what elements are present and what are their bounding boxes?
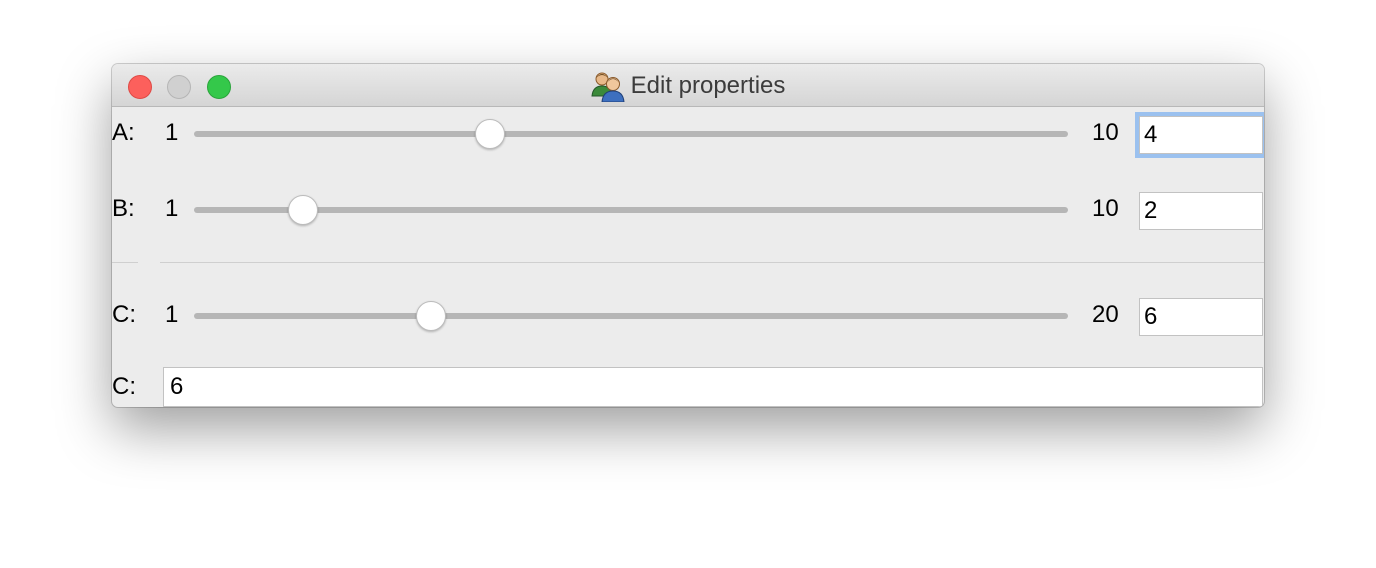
window-title: Edit properties — [630, 71, 786, 99]
row-b-min-label: 1 — [165, 195, 179, 222]
slider-thumb[interactable] — [475, 119, 506, 149]
row-c-label: C: — [112, 301, 136, 328]
slider-track — [194, 313, 1068, 319]
row-c-slider[interactable] — [194, 301, 1068, 331]
row-b-max-label: 10 — [1092, 195, 1119, 222]
slider-track — [194, 131, 1068, 137]
title-bar[interactable]: Edit properties — [112, 64, 1264, 107]
users-icon — [591, 70, 625, 102]
row-b-label: B: — [112, 195, 135, 222]
edit-properties-window: Edit properties A: 1 10 B: 1 10 C: 1 20 … — [112, 64, 1264, 407]
row-a-label: A: — [112, 119, 135, 146]
row-b-slider[interactable] — [194, 195, 1068, 225]
row-a-min-label: 1 — [165, 119, 179, 146]
row-a-slider[interactable] — [194, 119, 1068, 149]
row-b-value-field[interactable] — [1139, 192, 1263, 230]
text-row-field[interactable] — [163, 367, 1263, 407]
row-c-max-label: 20 — [1092, 301, 1119, 328]
window-title-group: Edit properties — [112, 64, 1264, 107]
row-a-max-label: 10 — [1092, 119, 1119, 146]
text-row-label: C: — [112, 373, 136, 400]
row-c-min-label: 1 — [165, 301, 179, 328]
row-a-value-field[interactable] — [1139, 116, 1263, 154]
section-separator — [112, 262, 1264, 263]
row-c-value-field[interactable] — [1139, 298, 1263, 336]
slider-track — [194, 207, 1068, 213]
separator-gap — [138, 260, 160, 265]
slider-thumb[interactable] — [287, 195, 318, 225]
slider-thumb[interactable] — [416, 301, 447, 331]
